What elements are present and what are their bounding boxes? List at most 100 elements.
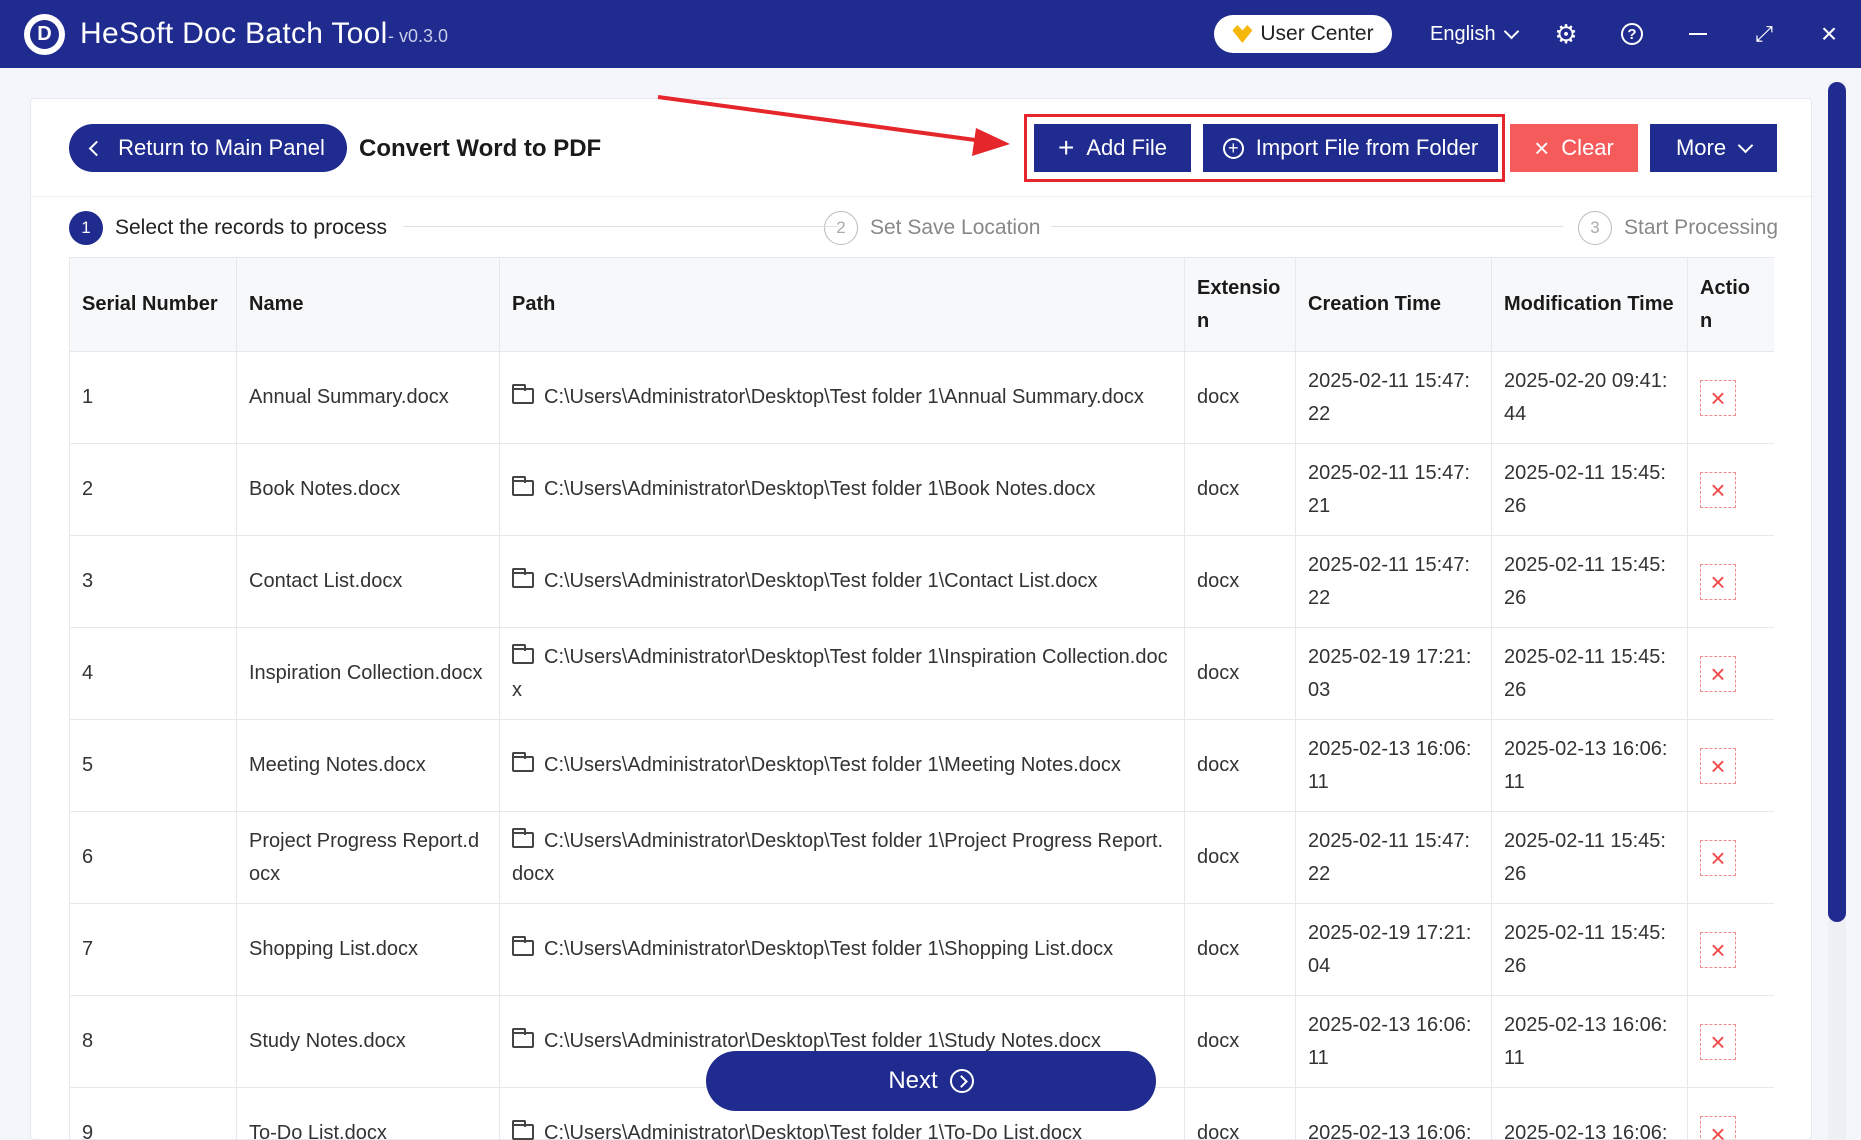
action-cell: × [1687, 443, 1774, 536]
more-label: More [1675, 135, 1727, 160]
table-row[interactable]: 5 Meeting Notes.docx C:\Users\Administra… [69, 719, 1774, 812]
arrow-right-icon [949, 1069, 974, 1093]
next-button[interactable]: Next [706, 1051, 1156, 1111]
path-text: C:\Users\Administrator\Desktop\Test fold… [544, 478, 1096, 500]
modification-time-cell: 2025-02-11 15:45:26 [1491, 535, 1688, 628]
column-header[interactable]: Action [1687, 257, 1774, 352]
creation-time-cell: 2025-02-13 16:06:11 [1295, 995, 1492, 1088]
delete-icon[interactable]: × [1700, 655, 1736, 692]
path-text: C:\Users\Administrator\Desktop\Test fold… [544, 1122, 1082, 1140]
table-row[interactable]: 3 Contact List.docx C:\Users\Administrat… [69, 535, 1774, 628]
maximize-icon[interactable]: ⤢ [1750, 20, 1778, 48]
plus-icon: + [1057, 132, 1075, 163]
step-divider [403, 226, 838, 227]
action-cell: × [1687, 627, 1774, 720]
path-cell: C:\Users\Administrator\Desktop\Test fold… [499, 719, 1185, 812]
extension-cell: docx [1184, 811, 1296, 904]
folder-icon[interactable] [512, 827, 534, 848]
language-selector[interactable]: English [1430, 23, 1519, 46]
step-number: 2 [824, 211, 858, 245]
path-text: C:\Users\Administrator\Desktop\Test fold… [544, 938, 1114, 960]
file-table: Serial Number Name Path Extension Creati… [69, 257, 1774, 1140]
folder-icon[interactable] [512, 936, 534, 956]
return-label: Return to Main Panel [118, 135, 325, 160]
minimize-icon[interactable] [1684, 20, 1712, 48]
delete-icon[interactable]: × [1700, 471, 1736, 508]
delete-icon[interactable]: × [1700, 747, 1736, 784]
scrollbar-thumb[interactable] [1828, 82, 1846, 922]
column-header[interactable]: Path [499, 257, 1185, 352]
close-icon: × [1534, 133, 1550, 163]
modification-time-cell: 2025-02-13 16:06: [1491, 1087, 1688, 1140]
extension-cell: docx [1184, 719, 1296, 812]
language-label: English [1430, 23, 1496, 45]
name-cell: To-Do List.docx [236, 1087, 500, 1140]
folder-icon[interactable] [512, 384, 534, 404]
serial-cell: 3 [69, 535, 237, 628]
modification-time-cell: 2025-02-13 16:06:11 [1491, 719, 1688, 812]
app-version: - v0.3.0 [388, 26, 449, 46]
delete-icon[interactable]: × [1700, 931, 1736, 968]
add-file-button[interactable]: + Add File [1034, 124, 1191, 172]
folder-icon[interactable] [512, 476, 534, 496]
folder-icon[interactable] [512, 643, 534, 664]
next-label: Next [888, 1067, 938, 1094]
more-button[interactable]: More [1650, 124, 1777, 172]
name-cell: Shopping List.docx [236, 903, 500, 996]
column-header[interactable]: Creation Time [1295, 257, 1492, 352]
extension-cell: docx [1184, 627, 1296, 720]
serial-cell: 6 [69, 811, 237, 904]
path-text: C:\Users\Administrator\Desktop\Test fold… [512, 829, 1164, 885]
step-divider [1051, 226, 1563, 227]
column-header[interactable]: Name [236, 257, 500, 352]
delete-icon[interactable]: × [1700, 1115, 1736, 1140]
column-header[interactable]: Extension [1184, 257, 1296, 352]
serial-cell: 1 [69, 351, 237, 444]
serial-cell: 9 [69, 1087, 237, 1140]
folder-icon[interactable] [512, 752, 534, 772]
creation-time-cell: 2025-02-11 15:47:22 [1295, 811, 1492, 904]
column-header[interactable]: Modification Time [1491, 257, 1688, 352]
folder-icon[interactable] [512, 1120, 534, 1140]
table-row[interactable]: 4 Inspiration Collection.docx C:\Users\A… [69, 627, 1774, 720]
path-text: C:\Users\Administrator\Desktop\Test fold… [544, 754, 1121, 776]
serial-cell: 8 [69, 995, 237, 1088]
help-icon[interactable]: ? [1618, 20, 1646, 48]
user-center-button[interactable]: User Center [1214, 15, 1392, 53]
path-cell: C:\Users\Administrator\Desktop\Test fold… [499, 811, 1185, 904]
import-folder-button[interactable]: + Import File from Folder [1203, 124, 1498, 172]
delete-icon[interactable]: × [1700, 1023, 1736, 1060]
title-bar: D HeSoft Doc Batch Tool - v0.3.0 User Ce… [0, 0, 1861, 68]
folder-icon[interactable] [512, 568, 534, 588]
name-cell: Meeting Notes.docx [236, 719, 500, 812]
step-label: Select the records to process [115, 216, 387, 239]
gear-icon[interactable]: ⚙ [1552, 19, 1580, 49]
close-icon[interactable]: × [1815, 18, 1843, 49]
path-text: C:\Users\Administrator\Desktop\Test fold… [512, 645, 1168, 701]
delete-icon[interactable]: × [1700, 379, 1736, 416]
table-header-row: Serial Number Name Path Extension Creati… [69, 257, 1774, 352]
clear-label: Clear [1561, 135, 1614, 160]
serial-cell: 2 [69, 443, 237, 536]
app-window: D HeSoft Doc Batch Tool - v0.3.0 User Ce… [0, 0, 1861, 1140]
return-to-main-panel-button[interactable]: Return to Main Panel [69, 124, 347, 172]
delete-icon[interactable]: × [1700, 839, 1736, 876]
add-file-label: Add File [1086, 135, 1168, 160]
creation-time-cell: 2025-02-11 15:47:22 [1295, 351, 1492, 444]
name-cell: Book Notes.docx [236, 443, 500, 536]
path-cell: C:\Users\Administrator\Desktop\Test fold… [499, 627, 1185, 720]
delete-icon[interactable]: × [1700, 563, 1736, 600]
table-row[interactable]: 7 Shopping List.docx C:\Users\Administra… [69, 903, 1774, 996]
table-row[interactable]: 6 Project Progress Report.docx C:\Users\… [69, 811, 1774, 904]
path-text: C:\Users\Administrator\Desktop\Test fold… [544, 386, 1144, 408]
step-3: 3 Start Processing [1578, 211, 1778, 245]
clear-button[interactable]: × Clear [1510, 124, 1638, 172]
extension-cell: docx [1184, 995, 1296, 1088]
table-row[interactable]: 1 Annual Summary.docx C:\Users\Administr… [69, 351, 1774, 444]
modification-time-cell: 2025-02-13 16:06:11 [1491, 995, 1688, 1088]
folder-icon[interactable] [512, 1028, 534, 1048]
step-number: 1 [69, 211, 103, 245]
column-header[interactable]: Serial Number [69, 257, 237, 352]
table-row[interactable]: 2 Book Notes.docx C:\Users\Administrator… [69, 443, 1774, 536]
app-title: HeSoft Doc Batch Tool [80, 17, 388, 50]
